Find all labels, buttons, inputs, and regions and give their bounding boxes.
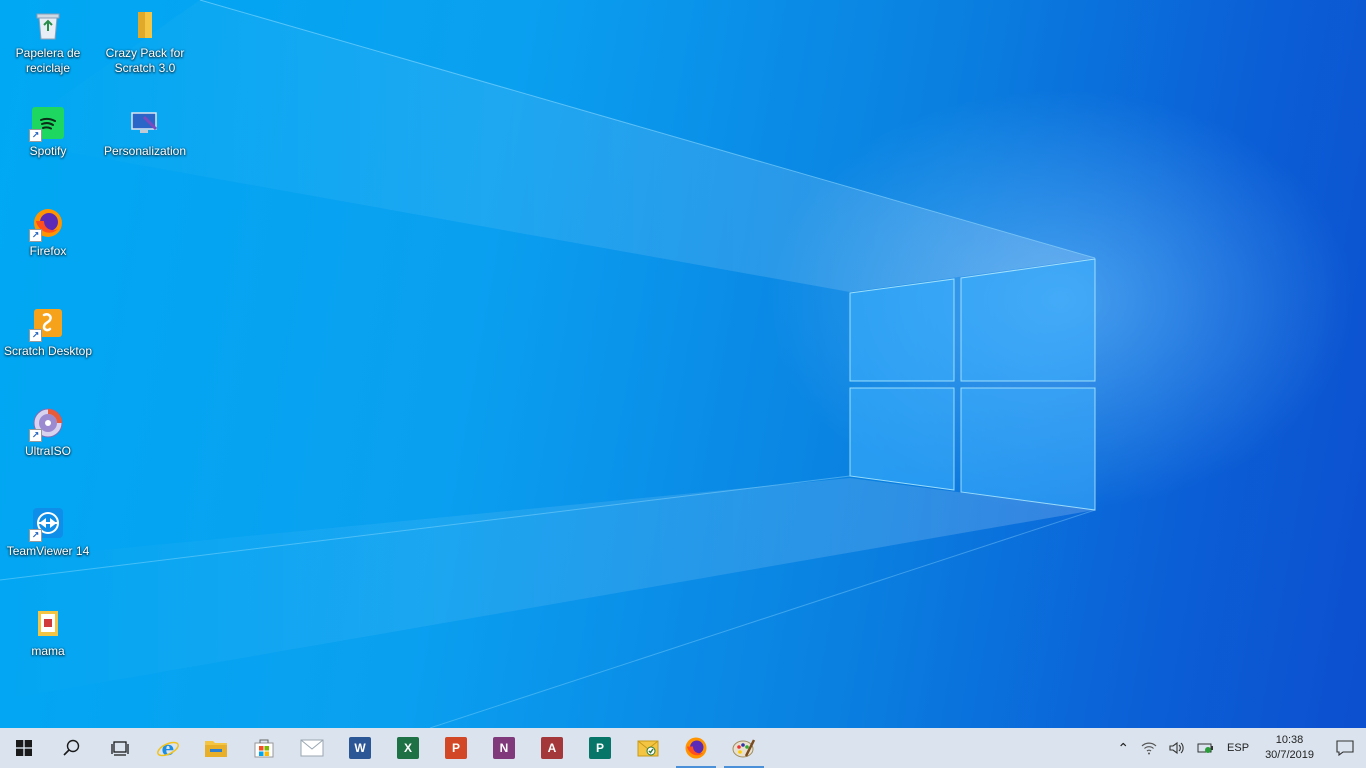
desktop-icon-ultraiso[interactable]: ↗ UltraISO — [0, 406, 96, 459]
chevron-up-icon: ⌃ — [1117, 739, 1130, 756]
personalization-icon — [128, 106, 162, 140]
language-indicator[interactable]: ESP — [1221, 728, 1255, 768]
desktop-icon-spotify[interactable]: ↗ Spotify — [0, 106, 96, 159]
taskbar-powerpoint[interactable]: P — [432, 728, 480, 768]
firefox-icon: ↗ — [29, 206, 65, 242]
powerpoint-icon: P — [445, 737, 467, 759]
search-button[interactable] — [48, 728, 96, 768]
desktop-icon-personalization[interactable]: Personalization — [97, 106, 193, 159]
desktop-icon-crazy-pack-folder[interactable]: Crazy Pack for Scratch 3.0 — [97, 8, 193, 76]
language-label: ESP — [1227, 742, 1250, 754]
clock-date: 30/7/2019 — [1265, 749, 1314, 761]
outlook-icon — [637, 740, 659, 757]
folder-icon — [128, 8, 162, 42]
svg-text:e: e — [162, 736, 175, 760]
folder-icon — [31, 606, 65, 640]
taskbar-internet-explorer[interactable]: e — [144, 728, 192, 768]
windows-logo-wallpaper — [849, 258, 1096, 511]
desktop-icon-scratch-desktop[interactable]: ↗ Scratch Desktop — [0, 306, 96, 359]
desktop-icon-firefox[interactable]: ↗ Firefox — [0, 206, 96, 259]
desktop-icon-mama-folder[interactable]: mama — [0, 606, 96, 659]
excel-icon: X — [397, 737, 419, 759]
show-hidden-icons-button[interactable]: ⌃ — [1111, 728, 1135, 768]
icon-label: UltraISO — [24, 444, 71, 458]
windows-logo-icon — [16, 740, 32, 756]
clock-time: 10:38 — [1275, 734, 1304, 746]
taskbar: e W X P N A P ⌃ ESP 10:38 30/7/2019 — [0, 728, 1366, 768]
search-icon — [63, 739, 80, 756]
onenote-icon: N — [493, 737, 515, 759]
icon-label: mama — [31, 644, 65, 658]
ultraiso-icon: ↗ — [29, 406, 65, 442]
taskbar-microsoft-store[interactable] — [240, 728, 288, 768]
system-tray: ⌃ ESP 10:38 30/7/2019 — [1111, 728, 1366, 768]
scratch-icon: ↗ — [29, 306, 65, 342]
icon-label: TeamViewer 14 — [6, 544, 90, 558]
task-view-icon — [111, 741, 129, 756]
desktop: Papelera de reciclaje Crazy Pack for Scr… — [0, 0, 1366, 728]
taskbar-file-explorer[interactable] — [192, 728, 240, 768]
start-button[interactable] — [0, 728, 48, 768]
desktop-icon-recycle-bin[interactable]: Papelera de reciclaje — [0, 8, 96, 76]
battery-icon — [1197, 743, 1214, 753]
action-center-button[interactable] — [1324, 728, 1366, 768]
volume-icon — [1169, 741, 1184, 755]
volume-button[interactable] — [1163, 728, 1191, 768]
recycle-bin-icon — [31, 8, 65, 42]
icon-label: Personalization — [103, 144, 187, 158]
taskbar-access[interactable]: A — [528, 728, 576, 768]
store-icon — [254, 739, 274, 758]
taskbar-word[interactable]: W — [336, 728, 384, 768]
teamviewer-icon: ↗ — [29, 506, 65, 542]
icon-label: Spotify — [29, 144, 67, 158]
desktop-icon-teamviewer[interactable]: ↗ TeamViewer 14 — [0, 506, 96, 559]
publisher-icon: P — [589, 737, 611, 759]
taskbar-outlook[interactable] — [624, 728, 672, 768]
clock[interactable]: 10:38 30/7/2019 — [1255, 733, 1324, 763]
mail-icon — [300, 739, 324, 757]
icon-label: Scratch Desktop — [3, 344, 93, 358]
notification-icon — [1336, 740, 1354, 756]
word-icon: W — [349, 737, 371, 759]
taskbar-excel[interactable]: X — [384, 728, 432, 768]
task-view-button[interactable] — [96, 728, 144, 768]
taskbar-paint[interactable] — [720, 728, 768, 768]
taskbar-mail[interactable] — [288, 728, 336, 768]
taskbar-firefox[interactable] — [672, 728, 720, 768]
access-icon: A — [541, 737, 563, 759]
wifi-icon — [1141, 742, 1157, 755]
wallpaper-light-beams — [0, 0, 1096, 728]
paint-icon — [732, 739, 756, 758]
icon-label: Papelera de reciclaje — [15, 46, 81, 75]
taskbar-onenote[interactable]: N — [480, 728, 528, 768]
internet-explorer-icon: e — [157, 736, 179, 760]
spotify-icon: ↗ — [29, 106, 65, 142]
battery-button[interactable] — [1191, 728, 1221, 768]
icon-label: Crazy Pack for Scratch 3.0 — [105, 46, 185, 75]
taskbar-publisher[interactable]: P — [576, 728, 624, 768]
network-button[interactable] — [1135, 728, 1163, 768]
icon-label: Firefox — [29, 244, 67, 258]
file-explorer-icon — [205, 741, 227, 757]
firefox-icon — [685, 737, 707, 759]
